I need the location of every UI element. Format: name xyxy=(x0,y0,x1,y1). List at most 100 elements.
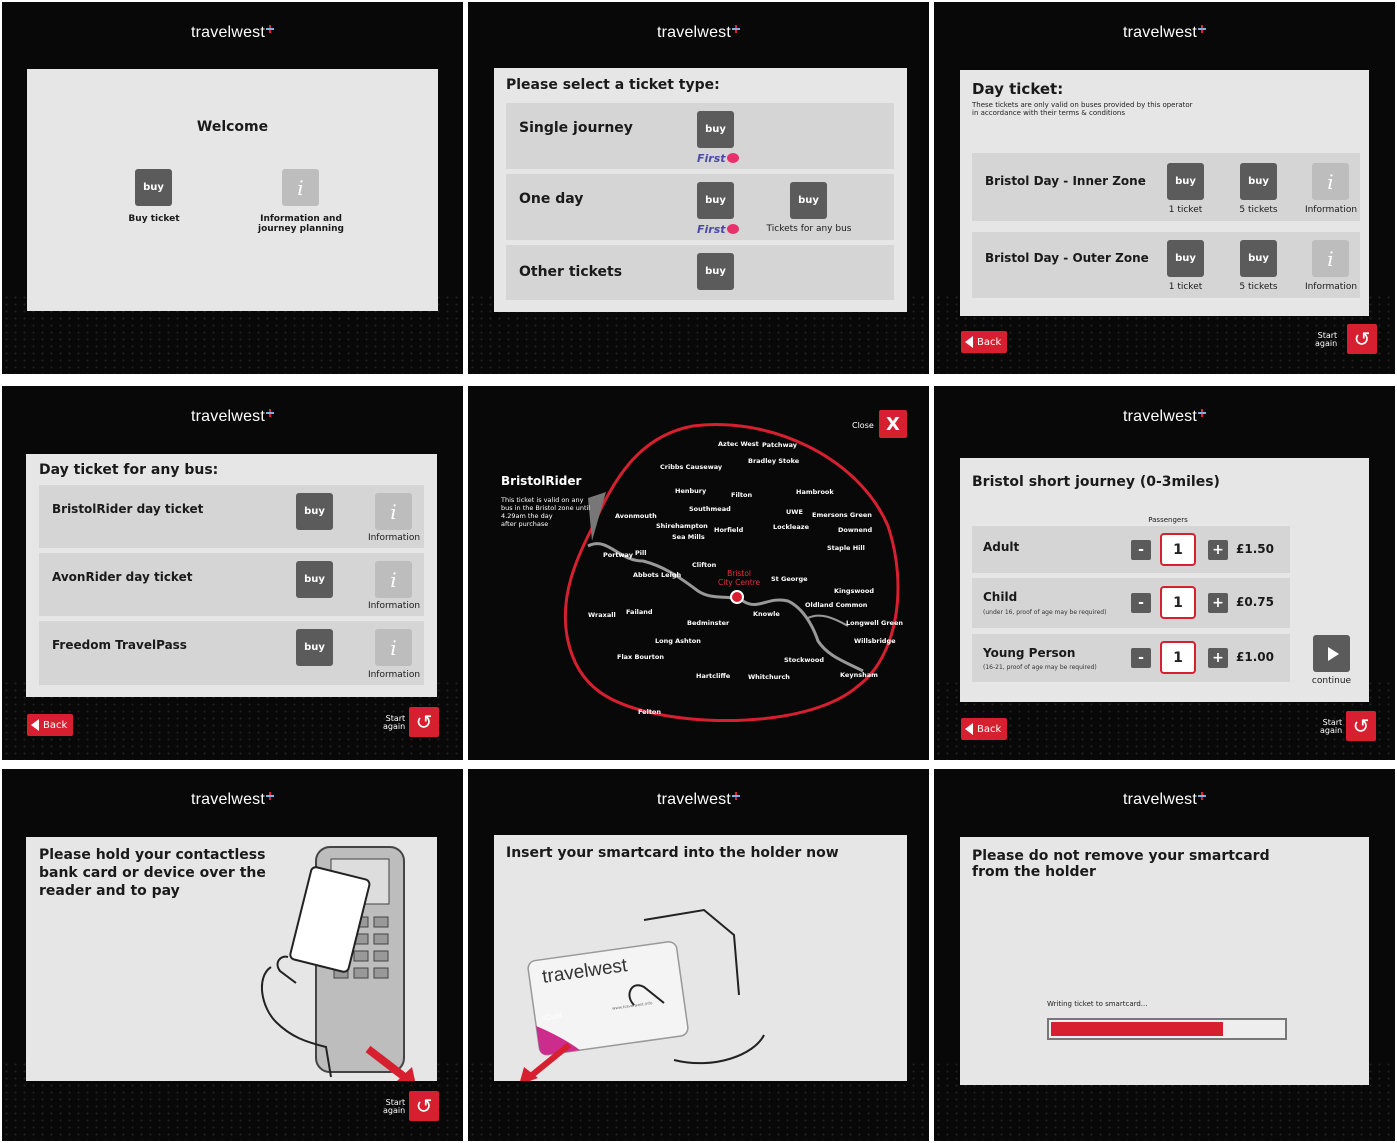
inner-info-button[interactable]: i xyxy=(1312,163,1349,200)
map-description: This ticket is valid on any bus in the Br… xyxy=(501,496,591,528)
place-label: Kingswood xyxy=(834,587,875,595)
young-minus-button[interactable]: - xyxy=(1131,648,1151,668)
place-label: Portway xyxy=(603,551,633,559)
row-label: Other tickets xyxy=(519,264,623,280)
place-label: Lockleaze xyxy=(773,523,809,531)
bristolrider-info-label: Information xyxy=(367,533,421,543)
row-sublabel: (16-21, proof of age may be required) xyxy=(983,664,1097,671)
row-young-person: Young Person (16-21, proof of age may be… xyxy=(972,634,1290,682)
place-label: Wraxall xyxy=(588,611,616,619)
freedom-buy-button[interactable]: buy xyxy=(296,629,333,666)
back-button[interactable]: Back xyxy=(961,718,1007,740)
place-label: St George xyxy=(771,575,808,583)
restart-icon: ↺ xyxy=(415,1094,433,1118)
outer-info-button[interactable]: i xyxy=(1312,240,1349,277)
start-again-label: Start again xyxy=(383,714,406,731)
young-quantity[interactable]: 1 xyxy=(1160,641,1196,674)
play-icon xyxy=(1327,646,1339,661)
place-label: Filton xyxy=(731,491,753,499)
close-icon: X xyxy=(886,413,900,435)
child-minus-button[interactable]: - xyxy=(1131,593,1151,613)
screen-day-ticket: travelwest Day ticket: These tickets are… xyxy=(934,2,1395,374)
row-other-tickets: Other tickets buy xyxy=(506,245,894,300)
adult-plus-button[interactable]: + xyxy=(1208,540,1228,560)
buy-ticket-label: Buy ticket xyxy=(128,214,180,224)
map-title: BristolRider xyxy=(501,474,582,488)
writing-warning: Please do not remove your smartcard from … xyxy=(972,848,1270,880)
travelwest-logo: travelwest xyxy=(2,408,463,426)
first-logo: First xyxy=(697,223,739,236)
row-label: One day xyxy=(519,191,584,207)
screen-insert-card: travelwest Insert your smartcard into th… xyxy=(468,769,929,1141)
place-label: Bradley Stoke xyxy=(748,457,800,465)
writing-panel: Please do not remove your smartcard from … xyxy=(960,837,1369,1085)
day-ticket-title: Day ticket: xyxy=(972,80,1064,98)
continue-button[interactable] xyxy=(1313,635,1350,672)
avonrider-buy-button[interactable]: buy xyxy=(296,561,333,598)
back-button[interactable]: Back xyxy=(961,331,1007,353)
freedom-info-button[interactable]: i xyxy=(375,629,412,666)
travelwest-logo: travelwest xyxy=(2,791,463,809)
place-label: Emersons Green xyxy=(812,511,872,519)
inner-1-ticket-buy-button[interactable]: buy xyxy=(1167,163,1204,200)
restart-icon: ↺ xyxy=(1352,714,1370,738)
screen-writing: travelwest Please do not remove your sma… xyxy=(934,769,1395,1141)
insert-card-title: Insert your smartcard into the holder no… xyxy=(506,845,839,861)
start-again-button[interactable]: ↺ xyxy=(409,1091,439,1121)
row-bristolrider: BristolRider day ticket buy i Informatio… xyxy=(39,485,424,548)
row-child: Child (under 16, proof of age may be req… xyxy=(972,578,1290,628)
one-day-first-buy-button[interactable]: buy xyxy=(697,182,734,219)
start-again-label: Start again xyxy=(1320,718,1343,735)
passengers-header: Passengers xyxy=(1148,516,1188,524)
avonrider-info-button[interactable]: i xyxy=(375,561,412,598)
young-plus-button[interactable]: + xyxy=(1208,648,1228,668)
place-label: Willsbridge xyxy=(854,637,896,645)
place-label: UWE xyxy=(786,508,803,516)
bristolrider-info-button[interactable]: i xyxy=(375,493,412,530)
row-label: Adult xyxy=(983,540,1020,554)
place-label: Whitchurch xyxy=(748,673,790,681)
place-label: Avonmouth xyxy=(615,512,657,520)
short-journey-panel: Bristol short journey (0-3miles) Passeng… xyxy=(960,458,1369,702)
place-label: Abbots Leigh xyxy=(633,571,682,579)
travelwest-logo: travelwest xyxy=(2,24,463,42)
screen-short-journey: travelwest Bristol short journey (0-3mil… xyxy=(934,386,1395,760)
place-label: Southmead xyxy=(689,505,731,513)
close-button[interactable]: X xyxy=(879,410,907,438)
day-ticket-panel: Day ticket: These tickets are only valid… xyxy=(960,70,1369,316)
other-tickets-buy-button[interactable]: buy xyxy=(697,253,734,290)
row-adult: Adult - 1 + £1.50 xyxy=(972,526,1290,573)
travelwest-logo: travelwest xyxy=(934,791,1395,809)
row-label: AvonRider day ticket xyxy=(52,570,193,584)
first-logo: First xyxy=(697,152,739,165)
bristolrider-buy-button[interactable]: buy xyxy=(296,493,333,530)
start-again-button[interactable]: ↺ xyxy=(1347,324,1377,354)
single-journey-buy-button[interactable]: buy xyxy=(697,111,734,148)
inner-5-tickets-label: 5 tickets xyxy=(1239,205,1278,215)
row-avonrider: AvonRider day ticket buy i Information xyxy=(39,553,424,616)
adult-minus-button[interactable]: - xyxy=(1131,540,1151,560)
any-bus-panel: Day ticket for any bus: BristolRider day… xyxy=(26,454,437,697)
place-label: Long Ashton xyxy=(655,637,701,645)
child-plus-button[interactable]: + xyxy=(1208,593,1228,613)
inner-5-tickets-buy-button[interactable]: buy xyxy=(1240,163,1277,200)
outer-1-ticket-buy-button[interactable]: buy xyxy=(1167,240,1204,277)
back-button[interactable]: Back xyxy=(27,714,73,736)
place-label: Failand xyxy=(626,608,653,616)
buy-ticket-button[interactable]: buy xyxy=(135,169,172,206)
any-bus-label: Tickets for any bus xyxy=(766,224,852,234)
one-day-any-bus-buy-button[interactable]: buy xyxy=(790,182,827,219)
row-label: Bristol Day - Inner Zone xyxy=(985,174,1146,188)
adult-quantity[interactable]: 1 xyxy=(1160,533,1196,566)
short-journey-title: Bristol short journey (0-3miles) xyxy=(972,474,1220,490)
child-quantity[interactable]: 1 xyxy=(1160,586,1196,619)
row-label: Bristol Day - Outer Zone xyxy=(985,251,1149,265)
screen-ticket-type: travelwest Please select a ticket type: … xyxy=(468,2,929,374)
outer-5-tickets-buy-button[interactable]: buy xyxy=(1240,240,1277,277)
row-label: BristolRider day ticket xyxy=(52,502,204,516)
avonrider-info-label: Information xyxy=(367,601,421,611)
start-again-button[interactable]: ↺ xyxy=(409,707,439,737)
start-again-button[interactable]: ↺ xyxy=(1346,711,1376,741)
info-journey-button[interactable]: i xyxy=(282,169,319,206)
place-label: Keynsham xyxy=(840,671,878,679)
